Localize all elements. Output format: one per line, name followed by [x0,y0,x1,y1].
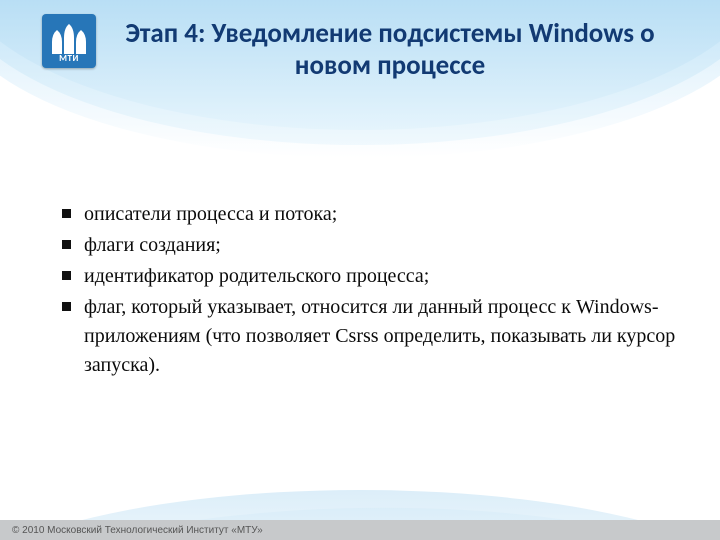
slide-title: Этап 4: Уведомление подсистемы Windows о… [120,18,660,83]
bullet-text: флаги создания; [84,234,221,256]
copyright-text: © 2010 Московский Технологический Инстит… [12,525,263,536]
list-item: идентификатор родительского процесса; [62,262,680,291]
list-item: флаги создания; [62,231,680,260]
bullet-text: описатели процесса и потока; [84,203,337,225]
title-area: Этап 4: Уведомление подсистемы Windows о… [0,8,720,83]
slide: МТИ Этап 4: Уведомление подсистемы Windo… [0,0,720,540]
bullet-text: флаг, который указывает, относится ли да… [84,296,675,376]
bullet-list: описатели процесса и потока; флаги созда… [62,200,680,380]
list-item: флаг, который указывает, относится ли да… [62,293,680,380]
list-item: описатели процесса и потока; [62,200,680,229]
slide-content: описатели процесса и потока; флаги созда… [62,200,680,382]
footer-bar: © 2010 Московский Технологический Инстит… [0,520,720,540]
bullet-text: идентификатор родительского процесса; [84,265,429,287]
